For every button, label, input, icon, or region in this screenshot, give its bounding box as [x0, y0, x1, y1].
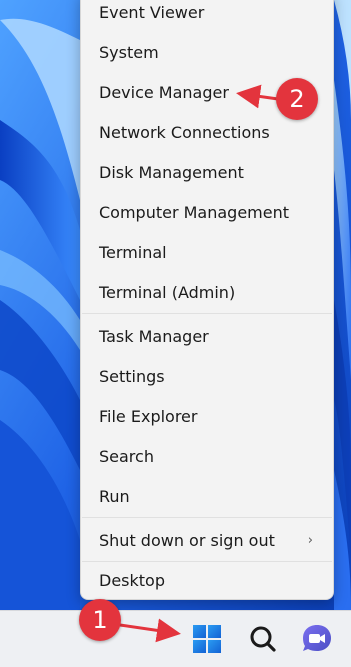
menu-item-run[interactable]: Run — [81, 479, 333, 515]
teams-chat-icon — [303, 625, 331, 651]
menu-item-network-connections[interactable]: Network Connections — [81, 115, 333, 151]
annotation-badge-2: 2 — [276, 78, 318, 120]
menu-item-shut-down-or-sign-out[interactable]: Shut down or sign out › — [81, 523, 333, 559]
menu-separator — [82, 313, 332, 314]
menu-separator — [82, 561, 332, 562]
menu-item-desktop[interactable]: Desktop — [81, 563, 333, 599]
start-button[interactable] — [187, 619, 227, 659]
menu-item-event-viewer[interactable]: Event Viewer — [81, 0, 333, 31]
chat-button[interactable] — [297, 619, 337, 659]
windows-logo-icon — [193, 625, 221, 653]
search-icon — [250, 626, 276, 652]
menu-item-search[interactable]: Search — [81, 439, 333, 475]
taskbar — [0, 610, 351, 667]
menu-item-computer-management[interactable]: Computer Management — [81, 195, 333, 231]
menu-item-label: Shut down or sign out — [99, 531, 275, 550]
menu-item-task-manager[interactable]: Task Manager — [81, 319, 333, 355]
menu-item-system[interactable]: System — [81, 35, 333, 71]
search-button[interactable] — [243, 619, 283, 659]
chevron-right-icon: › — [307, 533, 313, 548]
desktop-screen: Event Viewer System Device Manager Netwo… — [0, 0, 351, 667]
menu-item-disk-management[interactable]: Disk Management — [81, 155, 333, 191]
menu-item-terminal[interactable]: Terminal — [81, 235, 333, 271]
menu-item-settings[interactable]: Settings — [81, 359, 333, 395]
menu-item-file-explorer[interactable]: File Explorer — [81, 399, 333, 435]
menu-item-terminal-admin[interactable]: Terminal (Admin) — [81, 275, 333, 311]
annotation-badge-1: 1 — [79, 599, 121, 641]
menu-separator — [82, 517, 332, 518]
